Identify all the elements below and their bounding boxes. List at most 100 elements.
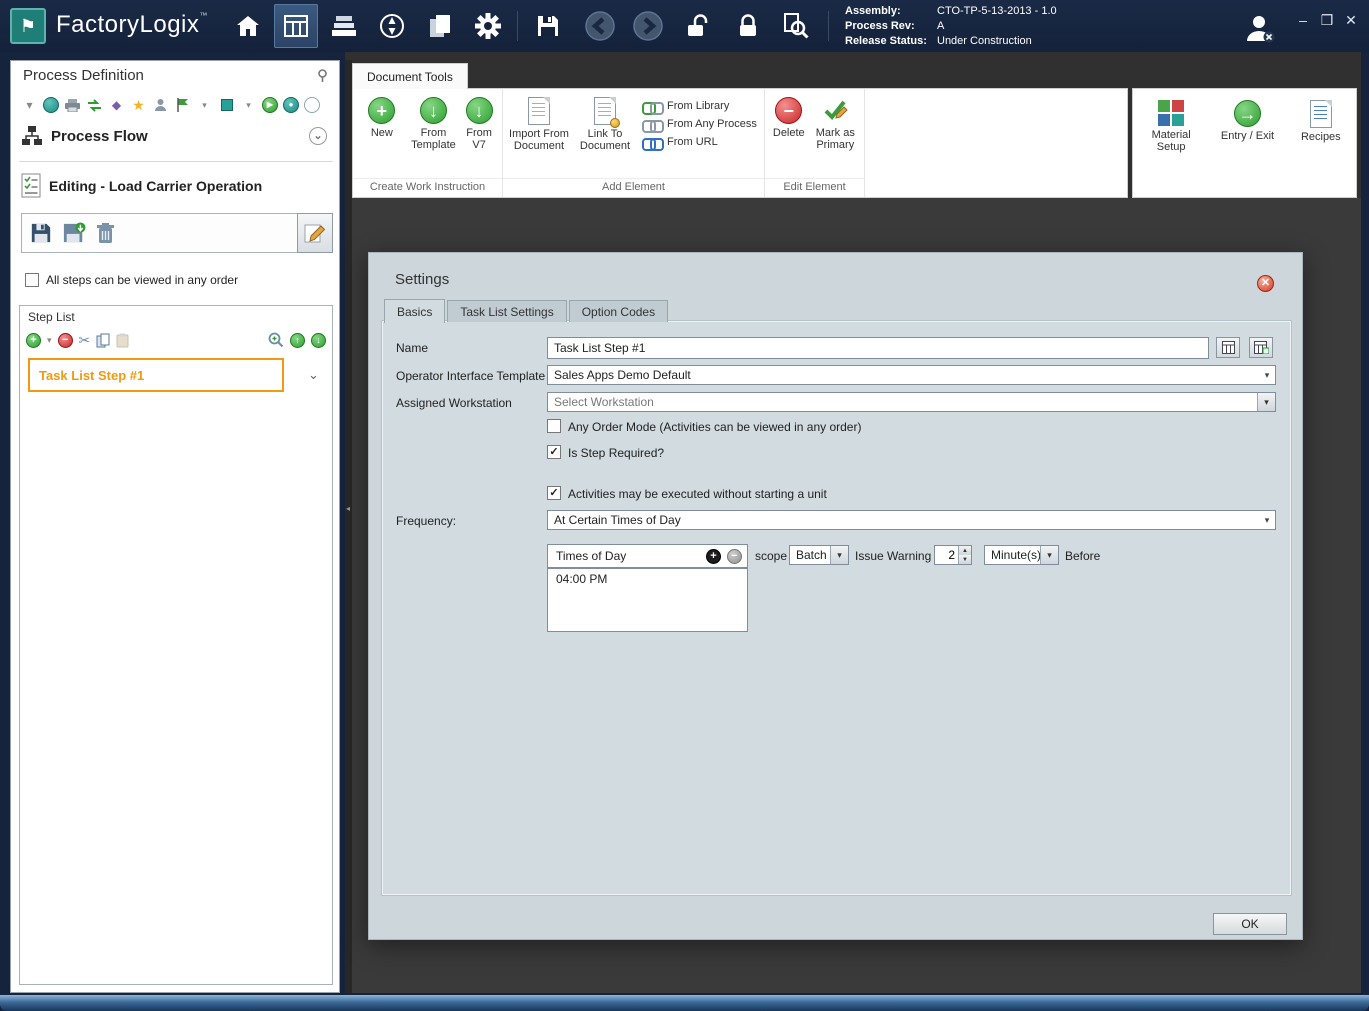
star-user-icon[interactable]: ★ (130, 97, 147, 114)
tab-task-list-settings[interactable]: Task List Settings (447, 300, 567, 322)
mark-as-primary-button[interactable]: Mark as Primary (810, 94, 861, 151)
add-time-icon[interactable]: + (706, 548, 721, 564)
from-template-button[interactable]: ↓ From Template (408, 94, 460, 151)
record-icon[interactable] (304, 97, 320, 113)
step-item-task-list-step-1[interactable]: Task List Step #1 (28, 358, 284, 392)
documents-button[interactable] (418, 4, 462, 48)
cut-icon[interactable]: ✂ (79, 332, 91, 349)
expand-name-button[interactable] (1249, 337, 1273, 358)
any-order-checkbox[interactable] (25, 273, 39, 287)
chevron-down-icon[interactable]: ▾ (1257, 393, 1275, 411)
release-status-label: Release Status: (845, 35, 927, 47)
lock-button[interactable] (726, 4, 770, 48)
step-expand-chevron-icon[interactable]: ⌄ (308, 367, 319, 383)
any-order-mode-label: Any Order Mode (Activities can be viewed… (568, 420, 862, 434)
save-button[interactable] (526, 4, 570, 48)
save-document-icon[interactable] (30, 222, 52, 244)
dispatch-button[interactable] (370, 4, 414, 48)
ok-button[interactable]: OK (1213, 913, 1287, 935)
tab-option-codes[interactable]: Option Codes (568, 300, 669, 322)
unlock-button[interactable] (676, 4, 720, 48)
workstation-select[interactable]: Select Workstation ▾ (547, 392, 1276, 412)
name-input[interactable] (547, 337, 1209, 359)
move-up-icon[interactable]: ↑ (290, 332, 305, 348)
lock-icon (735, 13, 761, 39)
add-step-icon[interactable]: + (26, 332, 41, 348)
settings-button[interactable] (466, 4, 510, 48)
times-of-day-list[interactable]: 04:00 PM (547, 568, 748, 632)
stack-button[interactable] (322, 4, 366, 48)
delete-element-button[interactable]: − Delete (768, 94, 810, 139)
zoom-step-icon[interactable] (268, 332, 284, 348)
home-button[interactable] (226, 4, 270, 48)
tab-basics[interactable]: Basics (384, 299, 446, 323)
process-flow-row[interactable]: Process Flow ⌄ (21, 125, 331, 147)
paste-icon[interactable] (116, 333, 129, 348)
add-step-dropdown-icon[interactable]: ▾ (47, 335, 52, 346)
chevron-down-icon[interactable]: ▾ (830, 546, 848, 564)
edit-work-instruction-button[interactable] (297, 213, 333, 253)
panel-splitter[interactable]: ◂ (345, 60, 352, 993)
forward-button[interactable] (626, 4, 670, 48)
step-required-checkbox[interactable]: ✓ (547, 445, 561, 459)
entry-exit-button[interactable]: → Entry / Exit (1216, 97, 1278, 142)
pin-icon[interactable] (316, 69, 329, 83)
globe-icon[interactable] (43, 97, 59, 113)
search-button[interactable] (774, 4, 818, 48)
dialog-close-icon[interactable]: ✕ (1257, 275, 1274, 292)
chevron-down-icon[interactable]: ▾ (1040, 546, 1058, 564)
from-library-button[interactable]: From Library (642, 100, 757, 115)
spin-up-icon[interactable]: ▲ (959, 546, 971, 555)
package-dropdown-icon[interactable]: ▾ (240, 97, 257, 114)
process-definition-button[interactable] (274, 4, 318, 48)
back-button[interactable] (578, 4, 622, 48)
warning-unit-select[interactable]: Minute(s) ▾ (984, 545, 1059, 565)
issue-warning-label: Issue Warning (855, 549, 932, 563)
copy-icon[interactable] (96, 333, 110, 348)
recipes-button[interactable]: Recipes (1293, 97, 1349, 143)
no-unit-checkbox[interactable]: ✓ (547, 486, 561, 500)
flag-icon[interactable] (174, 97, 191, 114)
print-icon[interactable] (64, 97, 81, 114)
remove-step-icon[interactable]: − (57, 332, 73, 348)
dropdown-icon[interactable]: ▾ (21, 97, 38, 114)
remove-time-icon[interactable]: − (727, 548, 742, 564)
any-order-mode-checkbox[interactable] (547, 419, 561, 433)
spin-down-icon[interactable]: ▼ (959, 555, 971, 564)
step-row: Task List Step #1 ⌄ (28, 358, 326, 392)
import-document-icon[interactable] (62, 222, 86, 244)
link-to-document-button[interactable]: Link To Document (572, 94, 638, 152)
any-order-checkbox-row[interactable]: All steps can be viewed in any order (25, 273, 238, 287)
translate-name-button[interactable] (1216, 337, 1240, 358)
new-work-instruction-button[interactable]: + New (356, 94, 408, 139)
minimize-button[interactable]: – (1293, 12, 1313, 28)
scope-select[interactable]: Batch ▾ (789, 545, 849, 565)
operator-template-select[interactable]: Sales Apps Demo Default ▾ (547, 365, 1276, 385)
package-icon[interactable] (218, 97, 235, 114)
issue-warning-spinner[interactable]: ▲▼ (934, 545, 972, 565)
issue-warning-input[interactable] (935, 546, 958, 564)
frequency-select[interactable]: At Certain Times of Day ▾ (547, 510, 1276, 530)
trash-icon[interactable] (96, 222, 115, 244)
close-button[interactable]: ✕ (1341, 12, 1361, 29)
move-down-icon[interactable]: ↓ (311, 332, 326, 348)
from-v7-button[interactable]: ↓ From V7 (459, 94, 499, 151)
time-item[interactable]: 04:00 PM (548, 569, 747, 589)
status-icon[interactable]: ● (283, 97, 299, 113)
tab-document-tools[interactable]: Document Tools (352, 63, 468, 89)
start-icon[interactable]: ▶ (262, 97, 278, 113)
user-session-button[interactable] (1238, 6, 1282, 50)
import-from-document-button[interactable]: Import From Document (506, 94, 572, 152)
material-setup-button[interactable]: Material Setup (1140, 97, 1202, 153)
any-order-checkbox-label: All steps can be viewed in any order (46, 273, 239, 287)
gem-icon[interactable]: ◆ (108, 97, 125, 114)
from-any-process-button[interactable]: From Any Process (642, 118, 757, 133)
flag-dropdown-icon[interactable]: ▾ (196, 97, 213, 114)
maximize-button[interactable]: ❒ (1317, 12, 1337, 29)
collapse-chevron-icon[interactable]: ⌄ (309, 127, 327, 145)
chevron-down-icon: ▾ (1264, 369, 1270, 380)
sync-icon[interactable] (86, 97, 103, 114)
process-rev-label: Process Rev: (845, 20, 915, 32)
from-url-button[interactable]: From URL (642, 136, 757, 151)
person-icon[interactable] (152, 97, 169, 114)
